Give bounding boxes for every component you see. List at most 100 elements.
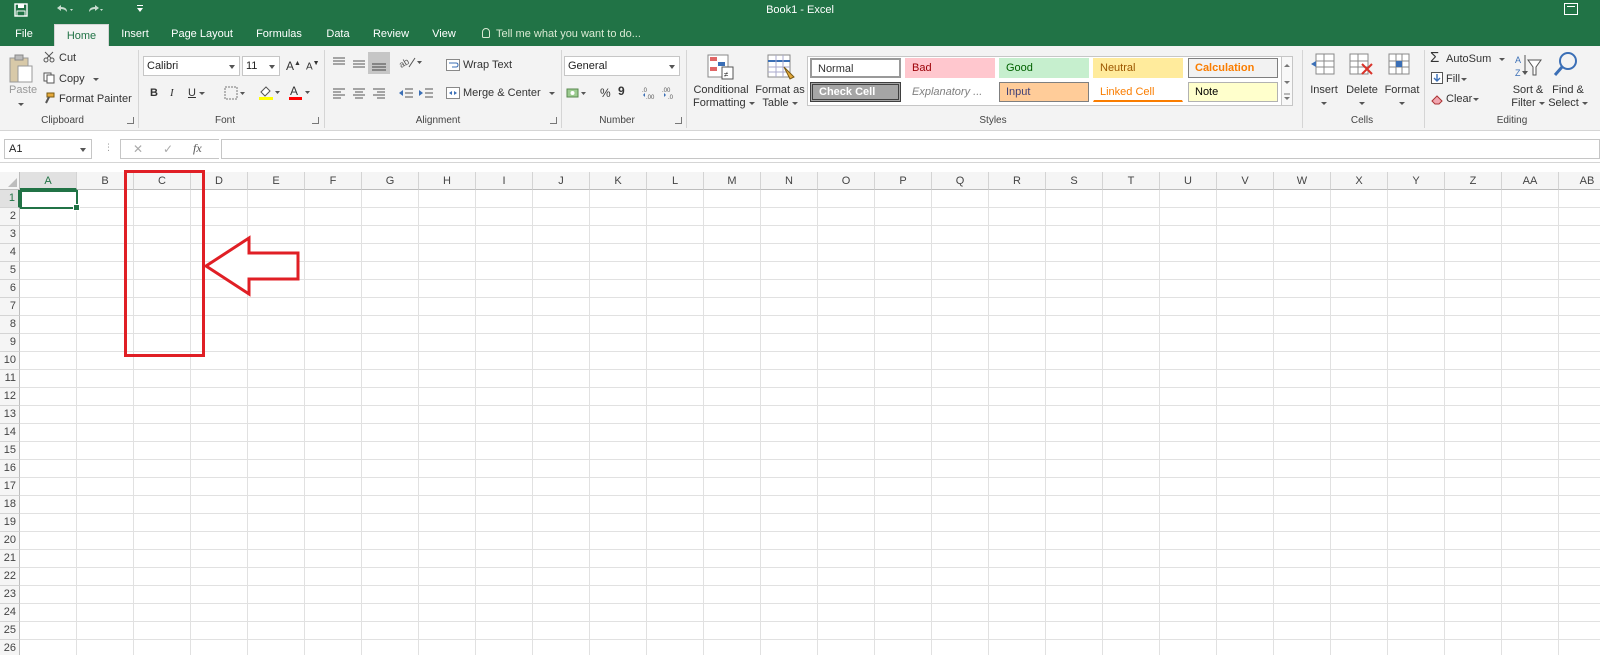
increase-font-size-icon[interactable]: A▲: [286, 59, 301, 73]
row-header-20[interactable]: 20: [0, 532, 20, 550]
copy-button[interactable]: Copy: [59, 73, 99, 85]
row-header-24[interactable]: 24: [0, 604, 20, 622]
column-header-u[interactable]: U: [1160, 172, 1217, 190]
row-header-10[interactable]: 10: [0, 352, 20, 370]
row-header-16[interactable]: 16: [0, 460, 20, 478]
column-header-o[interactable]: O: [818, 172, 875, 190]
row-header-12[interactable]: 12: [0, 388, 20, 406]
fill-button[interactable]: Fill: [1446, 73, 1468, 85]
sort-filter-button[interactable]: Sort & Filter: [1508, 84, 1548, 110]
align-center-icon[interactable]: [352, 86, 366, 103]
font-family-select[interactable]: Calibri: [143, 56, 240, 76]
row-header-25[interactable]: 25: [0, 622, 20, 640]
cut-button[interactable]: Cut: [59, 52, 76, 64]
decrease-font-size-icon[interactable]: A▼: [306, 60, 320, 72]
orientation-icon[interactable]: ab: [397, 55, 424, 72]
column-header-r[interactable]: R: [989, 172, 1046, 190]
font-color-icon[interactable]: A: [288, 84, 312, 103]
column-header-l[interactable]: L: [647, 172, 704, 190]
increase-indent-icon[interactable]: [418, 86, 434, 103]
enter-icon[interactable]: ✓: [163, 142, 173, 156]
column-header-ab[interactable]: AB: [1559, 172, 1600, 190]
middle-align-icon[interactable]: [352, 56, 366, 73]
paste-button[interactable]: Paste: [9, 84, 37, 96]
row-header-18[interactable]: 18: [0, 496, 20, 514]
row-header-23[interactable]: 23: [0, 586, 20, 604]
increase-decimal-icon[interactable]: .0.00: [642, 86, 658, 103]
select-all-corner[interactable]: [0, 172, 20, 190]
column-header-v[interactable]: V: [1217, 172, 1274, 190]
paste-dropdown-icon[interactable]: [10, 98, 24, 110]
row-header-9[interactable]: 9: [0, 334, 20, 352]
tab-view[interactable]: View: [424, 22, 464, 46]
column-header-n[interactable]: N: [761, 172, 818, 190]
column-header-y[interactable]: Y: [1388, 172, 1445, 190]
format-painter-button[interactable]: Format Painter: [59, 93, 132, 105]
clear-button[interactable]: Clear: [1446, 93, 1480, 105]
insert-button[interactable]: Insert: [1309, 84, 1339, 110]
italic-button[interactable]: I: [170, 87, 174, 99]
top-align-icon[interactable]: [332, 56, 346, 73]
column-header-aa[interactable]: AA: [1502, 172, 1559, 190]
find-select-button[interactable]: Find & Select: [1548, 84, 1588, 110]
style-neutral[interactable]: Neutral: [1093, 58, 1183, 78]
style-explanatory[interactable]: Explanatory ...: [905, 82, 995, 102]
formula-bar-grip-icon[interactable]: ⋮: [104, 142, 113, 153]
style-note[interactable]: Note: [1188, 82, 1278, 102]
style-normal[interactable]: Normal: [810, 58, 901, 78]
row-header-22[interactable]: 22: [0, 568, 20, 586]
decrease-indent-icon[interactable]: [398, 86, 414, 103]
tab-review[interactable]: Review: [368, 22, 414, 46]
column-header-i[interactable]: I: [476, 172, 533, 190]
style-calculation[interactable]: Calculation: [1188, 58, 1278, 78]
tab-home[interactable]: Home: [54, 24, 109, 46]
number-format-select[interactable]: General: [564, 56, 680, 76]
row-header-4[interactable]: 4: [0, 244, 20, 262]
merge-center-button[interactable]: Merge & Center: [463, 87, 555, 99]
font-launcher-icon[interactable]: [312, 117, 319, 124]
insert-function-icon[interactable]: fx: [193, 141, 202, 156]
column-header-e[interactable]: E: [248, 172, 305, 190]
fill-color-icon[interactable]: [258, 84, 282, 103]
font-size-select[interactable]: 11: [242, 56, 280, 76]
row-header-5[interactable]: 5: [0, 262, 20, 280]
clipboard-launcher-icon[interactable]: [127, 117, 134, 124]
format-button[interactable]: Format: [1384, 84, 1420, 110]
row-header-8[interactable]: 8: [0, 316, 20, 334]
style-check-cell[interactable]: Check Cell: [810, 82, 901, 102]
tell-me-box[interactable]: Tell me what you want to do...: [482, 22, 641, 46]
cancel-icon[interactable]: ✕: [133, 142, 143, 156]
number-launcher-icon[interactable]: [675, 117, 682, 124]
style-linked-cell[interactable]: Linked Cell: [1093, 82, 1183, 102]
tab-formulas[interactable]: Formulas: [250, 22, 308, 46]
row-header-6[interactable]: 6: [0, 280, 20, 298]
column-header-p[interactable]: P: [875, 172, 932, 190]
style-good[interactable]: Good: [999, 58, 1089, 78]
formula-input[interactable]: [221, 139, 1600, 159]
column-header-f[interactable]: F: [305, 172, 362, 190]
column-header-m[interactable]: M: [704, 172, 761, 190]
format-as-table-button[interactable]: Format as Table: [755, 84, 805, 110]
style-bad[interactable]: Bad: [905, 58, 995, 78]
row-header-15[interactable]: 15: [0, 442, 20, 460]
column-header-j[interactable]: J: [533, 172, 590, 190]
ribbon-display-options-icon[interactable]: [1564, 3, 1578, 15]
tab-data[interactable]: Data: [318, 22, 358, 46]
row-header-21[interactable]: 21: [0, 550, 20, 568]
align-left-icon[interactable]: [332, 86, 346, 103]
column-header-q[interactable]: Q: [932, 172, 989, 190]
column-header-k[interactable]: K: [590, 172, 647, 190]
decrease-decimal-icon[interactable]: .00.0: [662, 86, 678, 103]
column-header-g[interactable]: G: [362, 172, 419, 190]
row-header-1[interactable]: 1: [0, 190, 20, 208]
tab-page-layout[interactable]: Page Layout: [166, 22, 238, 46]
paste-icon[interactable]: [8, 54, 34, 87]
bold-button[interactable]: B: [150, 87, 158, 99]
row-header-19[interactable]: 19: [0, 514, 20, 532]
column-header-a[interactable]: A: [20, 172, 77, 190]
row-header-2[interactable]: 2: [0, 208, 20, 226]
row-header-3[interactable]: 3: [0, 226, 20, 244]
alignment-launcher-icon[interactable]: [550, 117, 557, 124]
tab-file[interactable]: File: [4, 22, 44, 46]
tab-insert[interactable]: Insert: [114, 22, 156, 46]
